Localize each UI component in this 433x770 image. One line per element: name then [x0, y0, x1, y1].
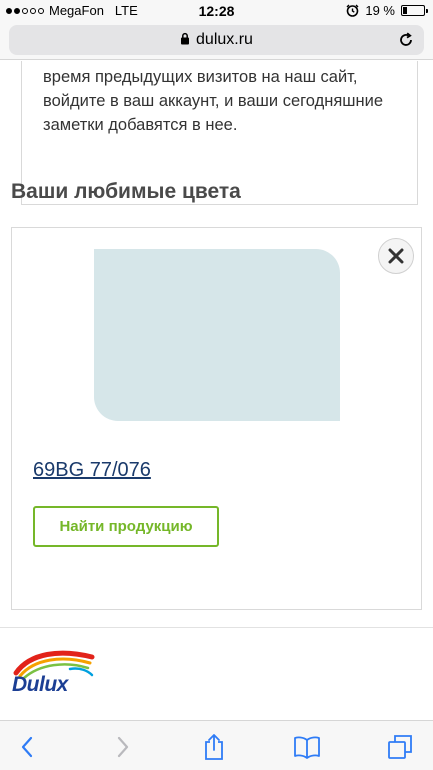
- color-code-link[interactable]: 69BG 77/076: [33, 459, 151, 482]
- reload-icon[interactable]: [397, 31, 415, 49]
- chevron-right-icon: [117, 736, 129, 758]
- alarm-icon: [346, 4, 359, 17]
- color-swatch[interactable]: [94, 249, 340, 421]
- page-content: время предыдущих визитов на наш сайт, во…: [0, 61, 433, 719]
- tabs-button[interactable]: [386, 733, 414, 761]
- address-bar[interactable]: dulux.ru: [9, 25, 424, 55]
- browser-toolbar: [0, 720, 433, 770]
- chevron-left-icon: [21, 736, 33, 758]
- url-text: dulux.ru: [196, 31, 253, 48]
- dulux-logo[interactable]: Dulux: [10, 649, 98, 699]
- favorites-title: Ваши любимые цвета: [11, 180, 241, 203]
- battery-icon: [401, 5, 428, 16]
- status-bar: MegaFon LTE 12:28 19 %: [0, 0, 433, 22]
- logo-text: Dulux: [12, 673, 68, 696]
- lock-icon: [181, 32, 190, 45]
- browser-address-area: dulux.ru: [0, 22, 433, 60]
- favorite-color-card: 69BG 77/076 Найти продукцию: [11, 227, 422, 610]
- battery-fill: [403, 7, 407, 14]
- share-button[interactable]: [200, 733, 228, 761]
- back-button[interactable]: [13, 733, 41, 761]
- bookmarks-button[interactable]: [293, 733, 321, 761]
- find-products-button[interactable]: Найти продукцию: [33, 506, 219, 547]
- forward-button[interactable]: [109, 733, 137, 761]
- note-text: время предыдущих визитов на наш сайт, во…: [43, 68, 384, 134]
- share-icon: [205, 734, 223, 760]
- book-icon: [294, 736, 320, 759]
- footer-divider: [0, 627, 433, 628]
- status-right: 19 %: [346, 3, 428, 18]
- remove-color-button[interactable]: [378, 238, 414, 274]
- address-text: dulux.ru: [9, 31, 424, 49]
- battery-percent: 19 %: [365, 3, 395, 18]
- tabs-icon: [388, 735, 412, 759]
- close-icon: [388, 248, 404, 264]
